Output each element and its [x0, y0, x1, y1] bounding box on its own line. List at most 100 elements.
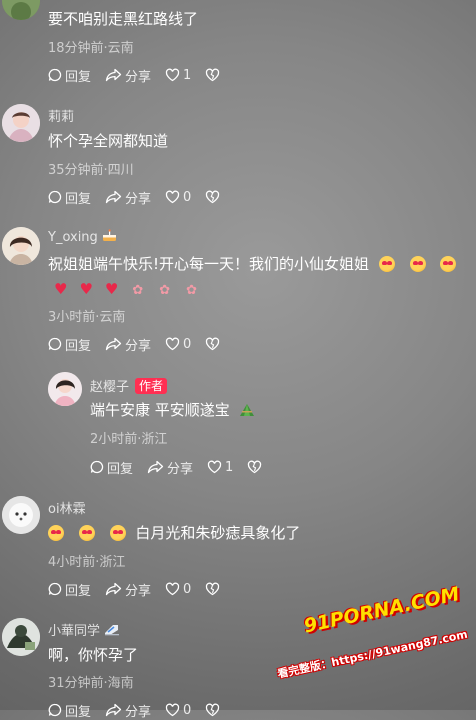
commenter-name-text: 赵樱子 [90, 380, 130, 395]
commenter-name[interactable]: 赵樱子 作者 [90, 376, 168, 395]
heart-icon [207, 460, 222, 474]
comment-text: 要不咱别走黑红路线了 [48, 10, 199, 28]
comment-text: 端午安康 平安顺遂宝 [90, 399, 255, 423]
comment-meta: 18分钟前·云南 [48, 41, 134, 56]
share-label: 分享 [125, 583, 152, 599]
reply-button[interactable]: 回复 [48, 335, 91, 354]
share-button[interactable]: 分享 [105, 580, 151, 599]
broken-heart-icon [206, 582, 220, 596]
avatar[interactable] [2, 496, 40, 534]
share-button[interactable]: 分享 [105, 701, 151, 720]
commenter-name[interactable]: 小華同学 [48, 620, 120, 640]
heart-icon [165, 582, 180, 596]
reply-label: 回复 [65, 338, 92, 354]
reply-label: 回复 [65, 69, 92, 85]
commenter-name[interactable]: 莉莉 [48, 106, 74, 125]
share-icon [105, 190, 122, 204]
reply-label: 回复 [65, 704, 92, 720]
share-icon [105, 703, 122, 717]
like-button[interactable]: 1 [165, 68, 191, 83]
broken-heart-icon [206, 190, 220, 204]
like-button[interactable]: 0 [165, 190, 191, 205]
star-struck-emoji-icon [109, 525, 126, 541]
avatar[interactable] [2, 227, 40, 265]
reply-button[interactable]: 回复 [48, 66, 91, 85]
reply-label: 回复 [107, 461, 134, 477]
dislike-button[interactable] [205, 68, 223, 82]
comment-meta: 31分钟前·海南 [48, 676, 134, 691]
heart-icon [165, 337, 180, 351]
reply-icon [48, 68, 62, 82]
like-count: 0 [183, 581, 192, 597]
star-struck-emoji-icon [78, 525, 95, 541]
comment-actions: 回复 分享 0 [48, 579, 237, 599]
broken-heart-icon [206, 68, 220, 82]
dislike-button[interactable] [205, 703, 223, 717]
reply-button[interactable]: 回复 [90, 458, 133, 477]
like-count: 0 [183, 702, 192, 718]
share-button[interactable]: 分享 [147, 458, 193, 477]
commenter-name[interactable]: oi林霖 [48, 498, 86, 517]
like-button[interactable]: 0 [165, 703, 191, 718]
comment-actions: 回复 分享 1 [48, 65, 237, 85]
reply-button[interactable]: 回复 [48, 580, 91, 599]
cake-icon [102, 229, 117, 246]
commenter-name-text: Y_oxing [48, 230, 98, 245]
dislike-button[interactable] [205, 190, 223, 204]
like-count: 0 [183, 189, 192, 205]
heart-eyes-emoji-icon [440, 256, 457, 272]
broken-heart-icon [248, 460, 262, 474]
share-button[interactable]: 分享 [105, 188, 151, 207]
avatar[interactable] [2, 618, 40, 656]
reply-button[interactable]: 回复 [48, 188, 91, 207]
commenter-name-text: 小華同学 [48, 624, 101, 639]
share-button[interactable]: 分享 [105, 335, 151, 354]
comment-text-content: 祝姐姐端午快乐!开心每一天！我们的小仙女姐姐 [48, 255, 370, 273]
share-button[interactable]: 分享 [105, 66, 151, 85]
train-icon [104, 623, 120, 640]
heart-icon [165, 703, 180, 717]
author-badge: 作者 [135, 378, 168, 394]
comment-emoji-line: ♥ ♥ ♥ ✿ ✿ ✿ [48, 278, 205, 302]
heart-icon [165, 68, 180, 82]
comment-text: 啊，你怀孕了 [48, 646, 139, 664]
dislike-button[interactable] [205, 582, 223, 596]
reply-icon [48, 582, 62, 596]
commenter-name[interactable]: Y_oxing [48, 229, 117, 246]
share-label: 分享 [125, 191, 152, 207]
share-label: 分享 [167, 461, 194, 477]
reply-label: 回复 [65, 583, 92, 599]
share-icon [105, 337, 122, 351]
comment-text-content: 白月光和朱砂痣具象化了 [135, 524, 301, 542]
comment-meta: 3小时前·云南 [48, 310, 126, 325]
reply-icon [90, 460, 104, 474]
comment-text: 白月光和朱砂痣具象化了 [48, 522, 300, 544]
heart-icon [165, 190, 180, 204]
broken-heart-icon [206, 337, 220, 351]
rose-icon: ✿ [186, 283, 198, 298]
avatar[interactable] [2, 0, 40, 20]
comment-actions: 回复 分享 0 [48, 700, 237, 720]
star-struck-emoji-icon [48, 525, 64, 541]
dislike-button[interactable] [247, 460, 265, 474]
like-count: 1 [183, 67, 192, 83]
like-button[interactable]: 1 [207, 460, 233, 475]
like-button[interactable]: 0 [165, 337, 191, 352]
share-label: 分享 [125, 69, 152, 85]
comment-actions: 回复 分享 1 [90, 457, 279, 477]
dislike-button[interactable] [205, 337, 223, 351]
avatar[interactable] [2, 104, 40, 142]
comment-text: 怀个孕全网都知道 [48, 132, 169, 150]
like-button[interactable]: 0 [165, 582, 191, 597]
share-label: 分享 [125, 704, 152, 720]
heart-eyes-emoji-icon [378, 256, 395, 272]
reply-label: 回复 [65, 191, 92, 207]
reply-icon [48, 190, 62, 204]
share-label: 分享 [125, 338, 152, 354]
avatar[interactable] [48, 372, 82, 406]
red-heart-icon: ♥ [79, 280, 93, 298]
share-icon [147, 460, 164, 474]
like-count: 1 [225, 459, 234, 475]
comment-actions: 回复 分享 0 [48, 187, 237, 207]
reply-button[interactable]: 回复 [48, 701, 91, 720]
